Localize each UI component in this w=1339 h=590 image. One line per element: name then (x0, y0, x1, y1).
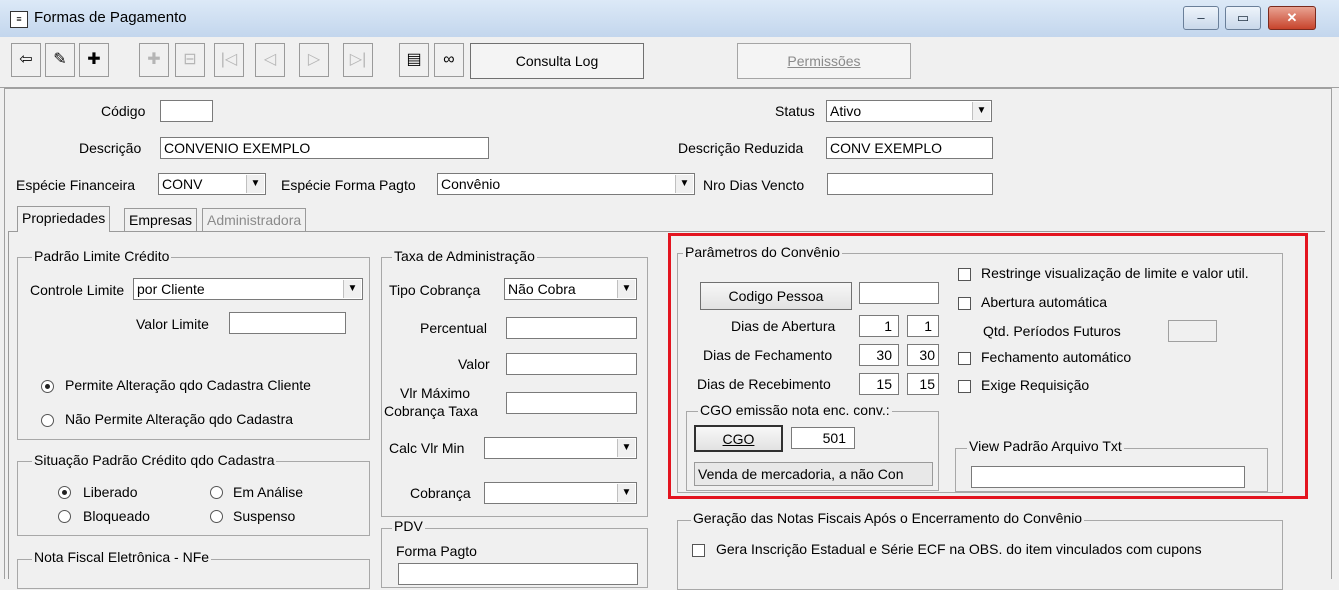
tipo-cobranca-select[interactable]: Não Cobra ▼ (504, 278, 637, 300)
cobranca-select[interactable]: ▼ (484, 482, 637, 504)
codigo-label: Código (101, 103, 146, 119)
percentual-label: Percentual (420, 320, 487, 336)
controle-limite-label: Controle Limite (30, 282, 125, 298)
descricao-reduzida-field[interactable]: CONV EXEMPLO (826, 137, 993, 159)
close-button[interactable]: ✕ (1268, 6, 1316, 30)
forma-pagto-field[interactable] (398, 563, 638, 585)
chevron-down-icon[interactable]: ▼ (343, 280, 361, 298)
pdv-title: PDV (392, 518, 425, 534)
chevron-down-icon[interactable]: ▼ (617, 280, 635, 298)
descricao-field[interactable]: CONVENIO EXEMPLO (160, 137, 489, 159)
nao-permite-alteracao-label: Não Permite Alteração qdo Cadastra (65, 411, 294, 427)
controle-limite-value: por Cliente (137, 281, 205, 297)
liberado-radio[interactable] (58, 486, 71, 499)
nro-dias-vencto-label: Nro Dias Vencto (703, 177, 805, 193)
exit-icon[interactable]: ⇦ (11, 43, 41, 77)
tipo-cobranca-value: Não Cobra (508, 281, 576, 297)
previous-record-icon[interactable]: ◁ (255, 43, 285, 77)
bloqueado-label: Bloqueado (83, 508, 150, 524)
tab-empresas[interactable]: Empresas (124, 208, 198, 232)
permissoes-button[interactable]: Permissões (737, 43, 911, 79)
status-select[interactable]: Ativo ▼ (826, 100, 992, 122)
tab-administradora[interactable]: Administradora (202, 208, 307, 232)
last-record-icon[interactable]: ▷| (343, 43, 373, 77)
especie-forma-pagto-value: Convênio (441, 176, 501, 192)
chevron-down-icon[interactable]: ▼ (617, 439, 635, 457)
padrao-limite-title: Padrão Limite Crédito (32, 248, 172, 264)
chevron-down-icon[interactable]: ▼ (675, 175, 693, 193)
em-analise-radio[interactable] (210, 486, 223, 499)
tab-propriedades[interactable]: Propriedades (17, 206, 111, 232)
calc-vlr-min-select[interactable]: ▼ (484, 437, 637, 459)
status-label: Status (775, 103, 815, 119)
grid-view-icon[interactable]: ▤ (399, 43, 429, 77)
liberado-label: Liberado (83, 484, 138, 500)
descricao-label: Descrição (79, 140, 142, 156)
remove-record-icon[interactable]: ⊟ (175, 43, 205, 77)
add-record-icon[interactable]: ✚ (79, 43, 109, 77)
forma-pagto-label: Forma Pagto (396, 543, 477, 559)
binoculars-icon[interactable]: ∞ (434, 43, 464, 77)
bloqueado-radio[interactable] (58, 510, 71, 523)
especie-forma-pagto-label: Espécie Forma Pagto (281, 177, 416, 193)
valor-limite-label: Valor Limite (136, 316, 209, 332)
nfe-title: Nota Fiscal Eletrônica - NFe (32, 549, 212, 565)
nro-dias-vencto-field[interactable] (827, 173, 993, 195)
especie-financeira-value: CONV (162, 176, 203, 192)
vlr-maximo-field[interactable] (506, 392, 637, 414)
taxa-title: Taxa de Administração (392, 248, 537, 264)
especie-financeira-select[interactable]: CONV ▼ (158, 173, 266, 195)
nao-permite-alteracao-radio[interactable] (41, 414, 54, 427)
descricao-reduzida-label: Descrição Reduzida (678, 140, 804, 156)
em-analise-label: Em Análise (233, 484, 304, 500)
window-title: Formas de Pagamento (34, 9, 187, 26)
cobranca-label: Cobrança (410, 485, 471, 501)
highlight-box (668, 233, 1308, 499)
status-value: Ativo (830, 103, 862, 119)
edit-record-icon[interactable]: ✚ (139, 43, 169, 77)
controle-limite-select[interactable]: por Cliente ▼ (133, 278, 363, 300)
permite-alteracao-radio[interactable] (41, 380, 54, 393)
form-icon: ≡ (10, 11, 28, 28)
especie-forma-pagto-select[interactable]: Convênio ▼ (437, 173, 695, 195)
chevron-down-icon[interactable]: ▼ (972, 102, 990, 120)
calc-vlr-min-label: Calc Vlr Min (389, 440, 465, 456)
permite-alteracao-label: Permite Alteração qdo Cadastra Cliente (65, 377, 311, 393)
vlr-maximo-label: Vlr Máximo (400, 385, 471, 401)
title-bar: ≡ Formas de Pagamento ‒ ▭ ✕ (0, 0, 1339, 38)
situacao-title: Situação Padrão Crédito qdo Cadastra (32, 452, 277, 468)
geracao-title: Geração das Notas Fiscais Após o Encerra… (691, 510, 1085, 526)
gera-inscricao-checkbox[interactable] (692, 544, 705, 557)
chevron-down-icon[interactable]: ▼ (617, 484, 635, 502)
suspenso-label: Suspenso (233, 508, 296, 524)
especie-financeira-label: Espécie Financeira (16, 177, 136, 193)
situacao-group (17, 461, 370, 536)
first-record-icon[interactable]: |◁ (214, 43, 244, 77)
valor-field[interactable] (506, 353, 637, 375)
percentual-field[interactable] (506, 317, 637, 339)
minimize-button[interactable]: ‒ (1183, 6, 1219, 30)
suspenso-radio[interactable] (210, 510, 223, 523)
next-record-icon[interactable]: ▷ (299, 43, 329, 77)
consulta-log-button[interactable]: Consulta Log (470, 43, 644, 79)
gera-inscricao-label: Gera Inscrição Estadual e Série ECF na O… (716, 541, 1202, 557)
tipo-cobranca-label: Tipo Cobrança (389, 282, 481, 298)
toolbar: ⇦ ✎ ✚ ✚ ⊟ |◁ ◁ ▷ ▷| ▤ ∞ Consulta Log Per… (0, 37, 1339, 88)
codigo-field[interactable] (160, 100, 213, 122)
cobranca-taxa-label: Cobrança Taxa (384, 403, 478, 419)
chevron-down-icon[interactable]: ▼ (246, 175, 264, 193)
eraser-icon[interactable]: ✎ (45, 43, 75, 77)
valor-label: Valor (458, 356, 490, 372)
maximize-button[interactable]: ▭ (1225, 6, 1261, 30)
valor-limite-field[interactable] (229, 312, 346, 334)
